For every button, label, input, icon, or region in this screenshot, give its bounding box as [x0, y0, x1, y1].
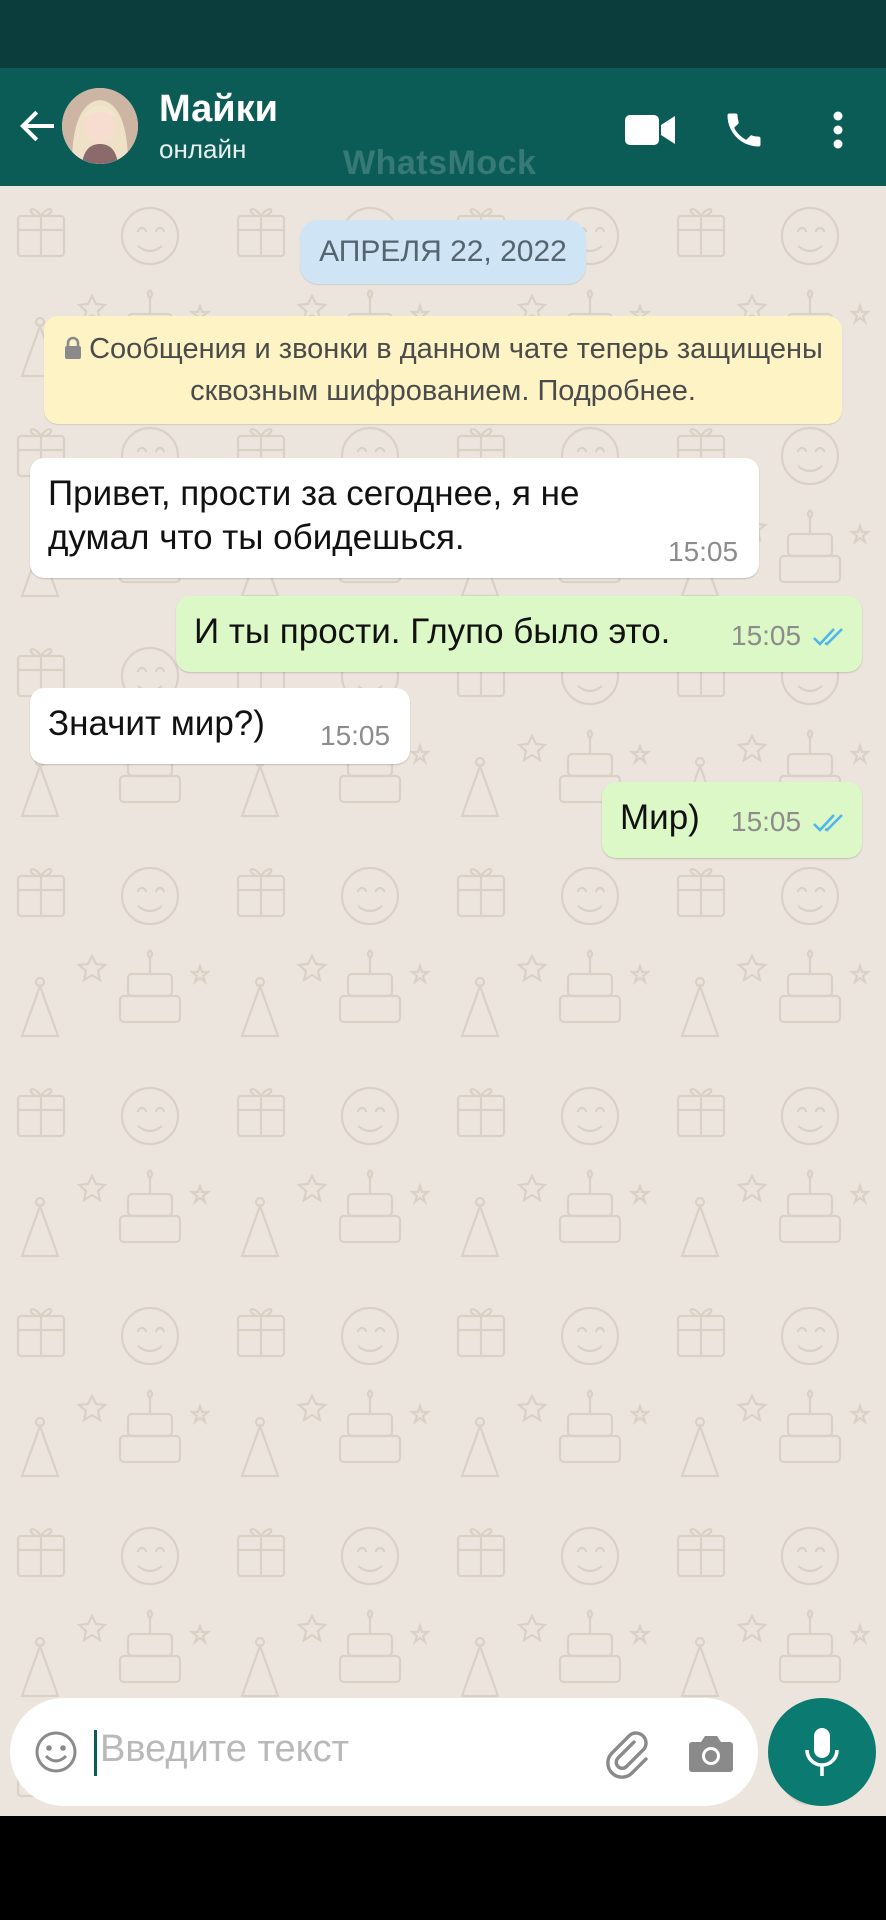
avatar[interactable] — [62, 88, 138, 164]
emoji-icon[interactable] — [32, 1728, 80, 1776]
message-bubble-incoming[interactable]: Значит мир?) 15:05 — [30, 688, 410, 764]
message-bubble-outgoing[interactable]: И ты прости. Глупо было это. 15:05 — [176, 596, 862, 672]
contact-status: онлайн — [159, 134, 247, 164]
status-bar — [0, 0, 886, 68]
phone-icon[interactable] — [718, 104, 770, 156]
message-time: 15:05 — [731, 806, 802, 837]
back-arrow-icon[interactable] — [14, 102, 62, 150]
message-text: Мир) — [620, 798, 700, 837]
text-caret — [94, 1730, 97, 1776]
message-text: Значит мир?) — [48, 704, 265, 743]
system-navigation-bar — [0, 1816, 886, 1920]
microphone-icon[interactable] — [768, 1698, 876, 1806]
double-check-icon — [813, 814, 843, 832]
paperclip-icon[interactable] — [600, 1726, 654, 1780]
double-check-icon — [813, 628, 843, 646]
camera-icon[interactable] — [686, 1728, 736, 1778]
message-input[interactable]: Введите текст — [100, 1728, 349, 1771]
more-vertical-icon[interactable] — [812, 104, 864, 156]
video-call-icon[interactable] — [624, 104, 676, 156]
wallpaper-pattern — [0, 186, 886, 1816]
chat-header: Майки онлайн WhatsMock — [0, 68, 886, 186]
message-text: Привет, прости за сегоднее, я не думал ч… — [48, 474, 580, 557]
lock-icon — [63, 331, 83, 371]
message-bubble-outgoing[interactable]: Мир) 15:05 — [602, 782, 862, 858]
watermark: WhatsMock — [343, 144, 537, 182]
chat-area[interactable]: АПРЕЛЯ 22, 2022 Сообщения и звонки в дан… — [0, 186, 886, 1816]
contact-name[interactable]: Майки — [159, 88, 278, 131]
message-time: 15:05 — [320, 720, 391, 751]
message-bubble-incoming[interactable]: Привет, прости за сегоднее, я не думал ч… — [30, 458, 759, 578]
encryption-notice-text: Сообщения и звонки в данном чате теперь … — [89, 333, 823, 407]
message-time: 15:05 — [668, 536, 739, 567]
date-chip: АПРЕЛЯ 22, 2022 — [300, 220, 586, 284]
message-time: 15:05 — [731, 620, 802, 651]
encryption-notice[interactable]: Сообщения и звонки в данном чате теперь … — [44, 316, 842, 424]
message-text: И ты прости. Глупо было это. — [194, 612, 671, 651]
message-input-bar: Введите текст — [10, 1698, 758, 1806]
